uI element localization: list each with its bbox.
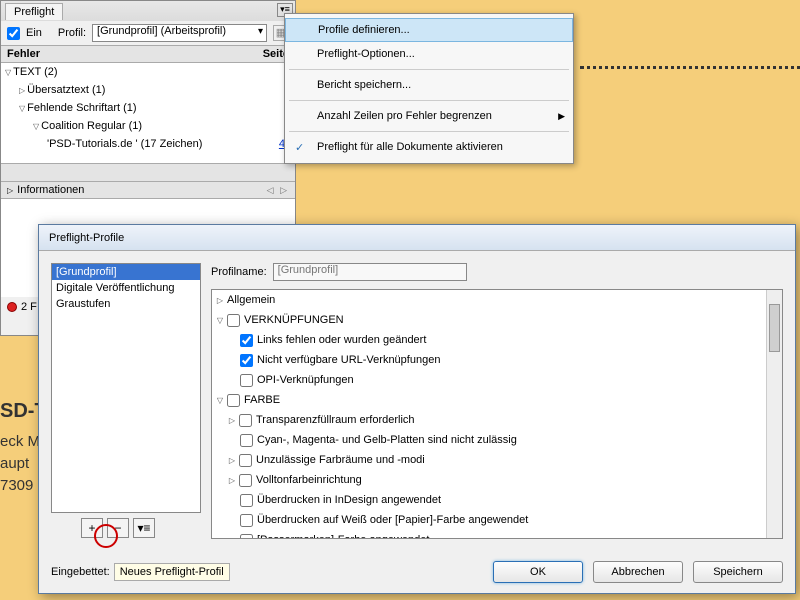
profile-dropdown[interactable]: [Grundprofil] (Arbeitsprofil) [92, 24, 267, 42]
tree-ueberdruck-indesign[interactable]: Überdrucken in InDesign angewendet [212, 490, 782, 510]
col-header-error: Fehler [7, 48, 263, 60]
menu-save-report[interactable]: Bericht speichern... [285, 73, 573, 97]
chk-verknuepfungen[interactable] [227, 314, 240, 327]
checkmark-icon: ✓ [295, 141, 304, 154]
menu-limit-rows[interactable]: Anzahl Zeilen pro Fehler begrenzen▶ [285, 104, 573, 128]
submenu-arrow-icon: ▶ [558, 111, 565, 122]
delete-profile-button[interactable]: − [107, 518, 129, 538]
tree-url[interactable]: Nicht verfügbare URL-Verknüpfungen [212, 350, 782, 370]
chk-transparenz[interactable] [239, 414, 252, 427]
chk-passer[interactable] [240, 534, 253, 540]
tree-row-uebersatz[interactable]: ▷Übersatztext (1) [1, 81, 295, 99]
tree-farbe[interactable]: ▽FARBE [212, 390, 782, 410]
menu-define-profiles[interactable]: Profile definieren... [285, 18, 573, 42]
menu-all-documents[interactable]: ✓Preflight für alle Dokumente aktivieren [285, 135, 573, 159]
preflight-enable-checkbox[interactable] [7, 27, 20, 40]
profile-list-item[interactable]: Digitale Veröffentlichung [52, 280, 200, 296]
profile-label: Profil: [58, 27, 86, 39]
tree-verknuepfungen[interactable]: ▽VERKNÜPFUNGEN [212, 310, 782, 330]
ok-button[interactable]: OK [493, 561, 583, 583]
profile-list-item[interactable]: Graustufen [52, 296, 200, 312]
chk-cmyk[interactable] [240, 434, 253, 447]
new-profile-button[interactable]: + [81, 518, 103, 538]
chk-url[interactable] [240, 354, 253, 367]
tree-opi[interactable]: OPI-Verknüpfungen [212, 370, 782, 390]
dialog-titlebar: Preflight-Profile [39, 225, 795, 251]
tree-transparenz[interactable]: ▷Transparenzfüllraum erforderlich [212, 410, 782, 430]
tree-row-fehlende-schrift[interactable]: ▽Fehlende Schriftart (1) [1, 99, 295, 117]
tree-allgemein[interactable]: ▷Allgemein [212, 290, 782, 310]
tree-row-psd[interactable]: 'PSD-Tutorials.de ' (17 Zeichen)4 [1, 135, 295, 153]
settings-tree: ▷Allgemein ▽VERKNÜPFUNGEN Links fehlen o… [211, 289, 783, 539]
chk-links-fehlen[interactable] [240, 334, 253, 347]
embedded-label: Eingebettet: [51, 566, 110, 578]
info-nav-arrows[interactable]: ◁ ▷ [267, 185, 289, 196]
tree-row-coalition[interactable]: ▽Coalition Regular (1) [1, 117, 295, 135]
tree-links-fehlen[interactable]: Links fehlen oder wurden geändert [212, 330, 782, 350]
chk-farbraum[interactable] [239, 454, 252, 467]
tree-row-text-group[interactable]: ▽TEXT (2) [1, 63, 295, 81]
profile-menu-button[interactable]: ▾≡ [133, 518, 155, 538]
on-label: Ein [26, 27, 42, 39]
cancel-button[interactable]: Abbrechen [593, 561, 683, 583]
panel-flyout-menu: Profile definieren... Preflight-Optionen… [284, 13, 574, 164]
settings-scrollbar[interactable] [766, 290, 782, 538]
chk-ueberdruck1[interactable] [240, 494, 253, 507]
profilename-input[interactable]: [Grundprofil] [273, 263, 467, 281]
error-tree: ▽TEXT (2) ▷Übersatztext (1) ▽Fehlende Sc… [1, 63, 295, 163]
menu-preflight-options[interactable]: Preflight-Optionen... [285, 42, 573, 66]
tree-passermarken[interactable]: [Passermarken]-Farbe angewendet [212, 530, 782, 539]
dotted-line [580, 66, 800, 69]
info-section-header[interactable]: ▷ Informationen ◁ ▷ [1, 181, 295, 199]
status-error-icon [7, 302, 17, 312]
chk-ueberdruck2[interactable] [240, 514, 253, 527]
new-profile-tooltip: Neues Preflight-Profil [114, 563, 230, 581]
profile-list-item[interactable]: [Grundprofil] [52, 264, 200, 280]
chk-opi[interactable] [240, 374, 253, 387]
tree-vollton[interactable]: ▷Volltonfarbeinrichtung [212, 470, 782, 490]
tree-cmyk[interactable]: Cyan-, Magenta- und Gelb-Platten sind ni… [212, 430, 782, 450]
preflight-profiles-dialog: Preflight-Profile [Grundprofil] Digitale… [38, 224, 796, 594]
profile-list[interactable]: [Grundprofil] Digitale Veröffentlichung … [51, 263, 201, 513]
chk-farbe[interactable] [227, 394, 240, 407]
tree-ueberdruck-weiss[interactable]: Überdrucken auf Weiß oder [Papier]-Farbe… [212, 510, 782, 530]
profilename-label: Profilname: [211, 266, 267, 278]
save-button[interactable]: Speichern [693, 561, 783, 583]
chk-vollton[interactable] [239, 474, 252, 487]
panel-tab-preflight[interactable]: Preflight [5, 3, 63, 20]
tree-farbraum[interactable]: ▷Unzulässige Farbräume und -modi [212, 450, 782, 470]
